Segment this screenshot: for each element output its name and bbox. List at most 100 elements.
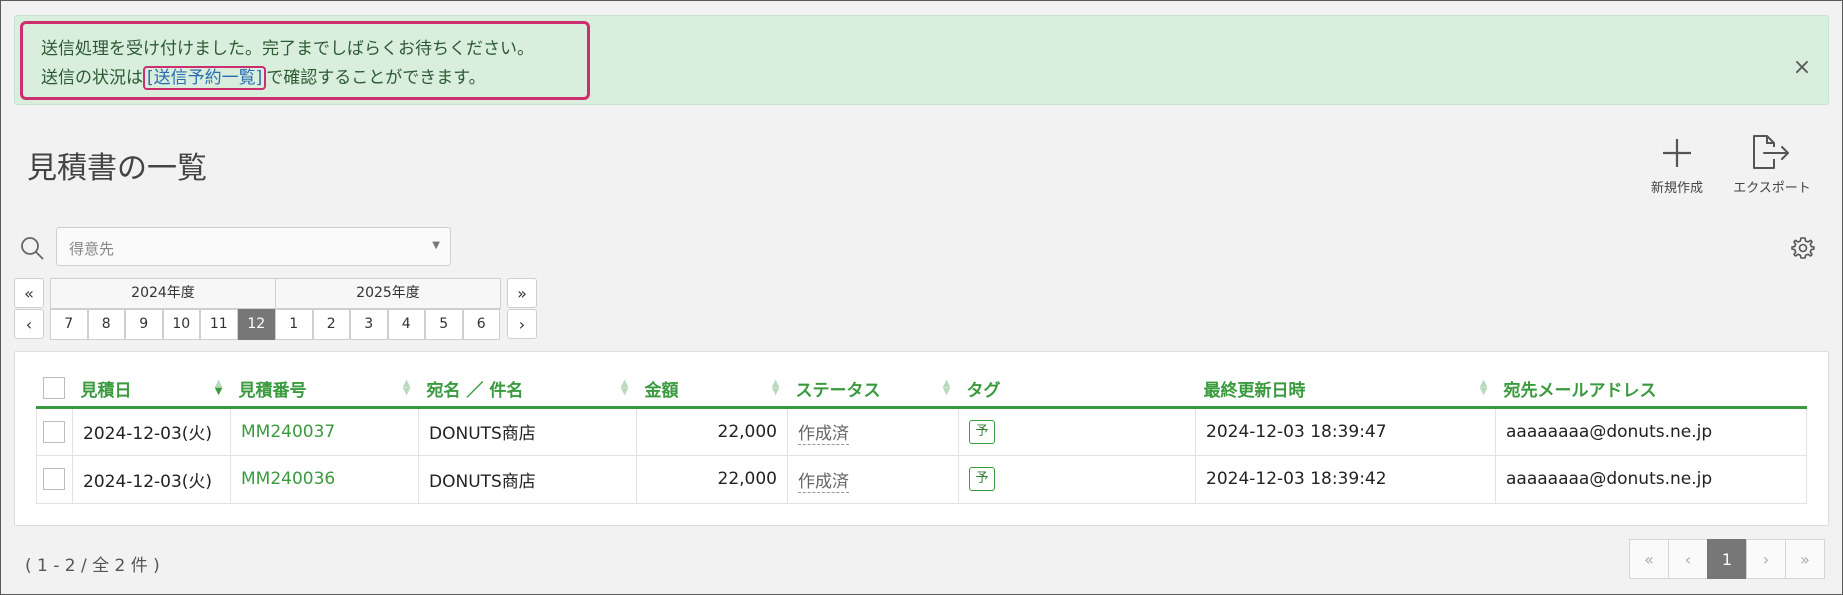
month-cell[interactable]: 5 xyxy=(425,309,463,340)
row-checkbox[interactable] xyxy=(43,468,65,490)
col-tag-label: タグ xyxy=(966,380,1001,401)
col-email: 宛先メールアドレス xyxy=(1495,371,1807,409)
new-button-label: 新規作成 xyxy=(1650,181,1703,196)
prev-month-button[interactable]: ‹ xyxy=(14,309,44,339)
sort-icon: ▲ ▼ xyxy=(942,378,951,397)
month-cell[interactable]: 4 xyxy=(387,309,425,340)
row-select-cell xyxy=(36,406,73,456)
month-cell[interactable]: 10 xyxy=(162,309,200,340)
month-cell[interactable]: 3 xyxy=(350,309,388,340)
cell-email: aaaaaaaa@donuts.ne.jp xyxy=(1495,454,1807,504)
next-page-button[interactable]: › xyxy=(1746,539,1786,579)
col-name[interactable]: 宛名 ／ 件名 ▲ ▼ xyxy=(418,371,637,409)
col-amount[interactable]: 金額 ▲ ▼ xyxy=(636,371,788,409)
sort-icon: ▲ ▼ xyxy=(620,378,629,397)
customer-select-placeholder: 得意先 xyxy=(69,240,115,258)
col-tag: タグ xyxy=(958,371,1196,409)
col-email-label: 宛先メールアドレス xyxy=(1503,380,1657,401)
first-year-button[interactable]: « xyxy=(14,278,44,308)
search-icon[interactable] xyxy=(19,235,45,261)
month-cell[interactable]: 8 xyxy=(87,309,125,340)
year-label-2025: 2025年度 xyxy=(275,278,501,309)
sort-icon: ▲ ▼ xyxy=(1479,378,1488,397)
col-number[interactable]: 見積番号 ▲ ▼ xyxy=(230,371,419,409)
col-name-label: 宛名 ／ 件名 xyxy=(426,380,524,401)
new-button[interactable]: 新規作成 xyxy=(1632,131,1722,201)
next-month-button[interactable]: › xyxy=(507,309,537,339)
cell-status: 作成済 xyxy=(787,406,959,456)
reservation-list-link[interactable]: [送信予約一覧] xyxy=(143,66,267,90)
cell-name: DONUTS商店 xyxy=(418,406,637,456)
month-cell[interactable]: 2 xyxy=(312,309,350,340)
select-all-checkbox[interactable] xyxy=(42,377,65,400)
alert-line-1: 送信処理を受け付けました。完了までしばらくお待ちください。 xyxy=(41,39,534,59)
cell-date: 2024-12-03(火) xyxy=(72,406,231,456)
select-all-header xyxy=(36,371,73,409)
month-cell-active[interactable]: 12 xyxy=(237,309,275,340)
cell-status: 作成済 xyxy=(787,454,959,504)
cell-updated: 2024-12-03 18:39:42 xyxy=(1195,454,1496,504)
cell-tag: 予 xyxy=(958,406,1196,456)
cell-updated: 2024-12-03 18:39:47 xyxy=(1195,406,1496,456)
col-date[interactable]: 見積日 ▲ ▼ xyxy=(72,371,231,409)
status-label[interactable]: 作成済 xyxy=(798,471,849,493)
month-cell[interactable]: 9 xyxy=(125,309,163,340)
col-number-label: 見積番号 xyxy=(238,380,307,401)
cell-amount: 22,000 xyxy=(636,406,788,456)
cell-date: 2024-12-03(火) xyxy=(72,454,231,504)
tag-badge: 予 xyxy=(969,467,995,491)
cell-tag: 予 xyxy=(958,454,1196,504)
cell-amount: 22,000 xyxy=(636,454,788,504)
table-row[interactable]: 2024-12-03(火) MM240037 DONUTS商店 22,000 作… xyxy=(36,406,1807,456)
status-label[interactable]: 作成済 xyxy=(798,424,849,445)
pagination: « ‹ 1 › » xyxy=(1629,539,1825,579)
chevron-down-icon: ▼ xyxy=(432,240,440,251)
export-icon xyxy=(1727,131,1817,175)
col-updated[interactable]: 最終更新日時 ▲ ▼ xyxy=(1195,371,1496,409)
col-status[interactable]: ステータス ▲ ▼ xyxy=(787,371,959,409)
table-header-row: 見積日 ▲ ▼ 見積番号 ▲ ▼ 宛名 ／ 件名 ▲ ▼ 金額 ▲ ▼ ステータス ▲ ▼ タグ 最… xyxy=(36,371,1807,409)
customer-select[interactable]: 得意先 ▼ xyxy=(56,227,451,266)
col-date-label: 見積日 xyxy=(80,380,132,401)
estimate-table-panel: 見積日 ▲ ▼ 見積番号 ▲ ▼ 宛名 ／ 件名 ▲ ▼ 金額 ▲ ▼ ステータス ▲ ▼ タグ 最… xyxy=(14,351,1829,526)
alert-line-2: 送信の状況は [送信予約一覧] で確認することができます。 xyxy=(41,64,601,93)
cell-email: aaaaaaaa@donuts.ne.jp xyxy=(1495,406,1807,456)
first-page-button[interactable]: « xyxy=(1629,539,1669,579)
prev-page-button[interactable]: ‹ xyxy=(1668,539,1708,579)
table-row[interactable]: 2024-12-03(火) MM240036 DONUTS商店 22,000 作… xyxy=(36,454,1807,504)
record-count: ( 1 - 2 / 全 2 件 ) xyxy=(25,556,160,576)
gear-icon[interactable] xyxy=(1791,236,1815,260)
export-button-label: エクスポート xyxy=(1733,181,1811,196)
page-1-button[interactable]: 1 xyxy=(1707,539,1747,579)
month-cell[interactable]: 11 xyxy=(200,309,238,340)
app-frame: × 送信処理を受け付けました。完了までしばらくお待ちください。 送信の状況は [送… xyxy=(0,0,1843,595)
estimate-table: 見積日 ▲ ▼ 見積番号 ▲ ▼ 宛名 ／ 件名 ▲ ▼ 金額 ▲ ▼ ステータス ▲ ▼ タグ 最… xyxy=(36,371,1807,504)
last-page-button[interactable]: » xyxy=(1785,539,1825,579)
cell-name: DONUTS商店 xyxy=(418,454,637,504)
month-cell[interactable]: 6 xyxy=(462,309,500,340)
month-cell[interactable]: 1 xyxy=(275,309,313,340)
col-amount-label: 金額 xyxy=(644,380,679,401)
sort-icon: ▲ ▼ xyxy=(402,378,411,397)
page-title: 見積書の一覧 xyxy=(27,151,207,186)
col-status-label: ステータス xyxy=(795,380,881,401)
tag-badge: 予 xyxy=(969,419,995,444)
cell-number: MM240037 xyxy=(230,406,419,456)
export-button[interactable]: エクスポート xyxy=(1727,131,1817,201)
close-icon[interactable]: × xyxy=(1787,53,1817,83)
alert-line-2-suffix: で確認することができます。 xyxy=(266,68,486,88)
cell-number: MM240036 xyxy=(230,454,419,504)
estimate-number-link[interactable]: MM240036 xyxy=(241,469,335,489)
plus-icon xyxy=(1632,131,1722,175)
sort-icon: ▲ ▼ xyxy=(771,378,780,397)
col-updated-label: 最終更新日時 xyxy=(1203,380,1306,401)
year-label-2024: 2024年度 xyxy=(50,278,276,309)
month-cell[interactable]: 7 xyxy=(50,309,88,340)
row-select-cell xyxy=(36,454,73,504)
estimate-number-link[interactable]: MM240037 xyxy=(241,422,335,442)
sort-desc-icon: ▲ ▼ xyxy=(214,378,223,397)
alert-line-2-prefix: 送信の状況は xyxy=(41,68,143,88)
alert-message: 送信処理を受け付けました。完了までしばらくお待ちください。 送信の状況は [送信予… xyxy=(41,35,601,93)
last-year-button[interactable]: » xyxy=(507,278,537,308)
row-checkbox[interactable] xyxy=(43,420,65,443)
